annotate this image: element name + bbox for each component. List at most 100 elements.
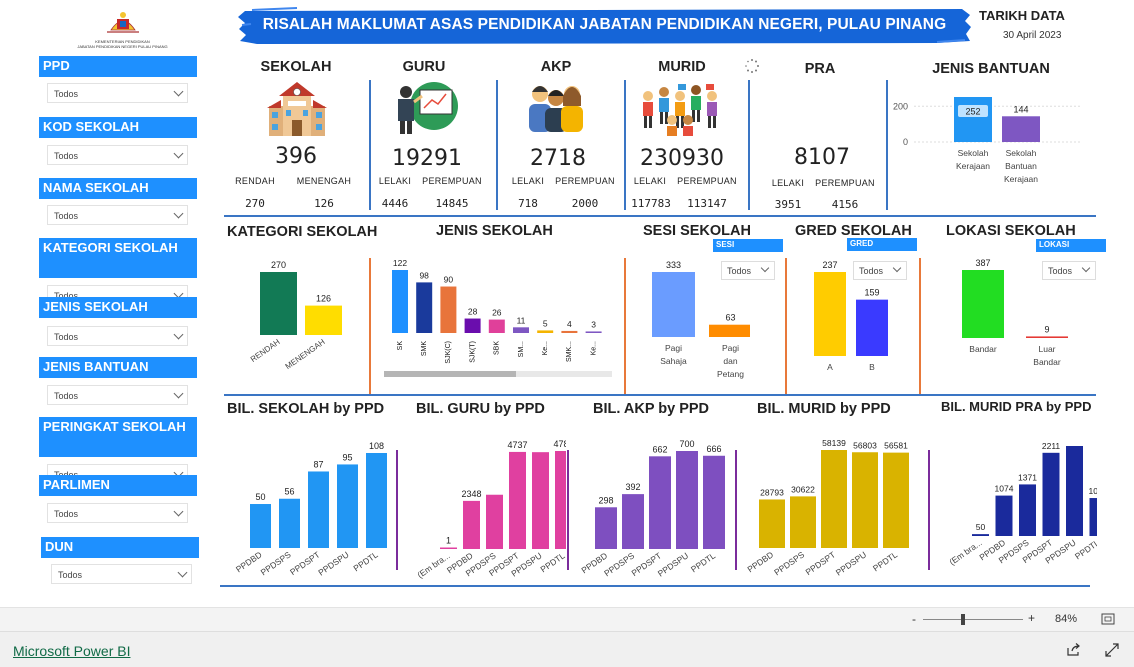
data-label: 1371 (1018, 472, 1037, 482)
slicer-dropdown[interactable]: Todos (47, 205, 188, 225)
chart-scrollbar-track[interactable] (384, 371, 612, 377)
bar (814, 272, 846, 356)
report-canvas: KEMENTERIAN PENDIDIKAN JABATAN PENDIDIKA… (0, 0, 1134, 667)
chart-scrollbar-thumb[interactable] (384, 371, 516, 377)
kpi-akp-label-2: PEREMPUAN (555, 176, 615, 186)
bil-murid-pra-chart: 50(Em bra...1074PPDBD1371PPDSPS2211PPDSP… (947, 441, 1097, 567)
data-label: 50 (255, 492, 265, 502)
chevron-down-icon (173, 208, 184, 219)
data-label: 5 (543, 318, 548, 328)
data-label: 4782 (553, 439, 566, 449)
data-label: 56803 (853, 440, 877, 450)
data-label: 392 (625, 482, 640, 492)
data-label: 700 (679, 439, 694, 449)
kpi-akp-value-2: 2000 (571, 197, 599, 210)
bar (337, 464, 358, 548)
category-label: SJK(T) (469, 341, 476, 363)
kpi-akp-title: AKP (540, 59, 572, 75)
data-label: 298 (598, 495, 613, 505)
row-divider (220, 585, 1090, 587)
data-label: 2348 (461, 489, 481, 499)
bar (532, 452, 549, 549)
bar (652, 272, 695, 337)
share-icon[interactable] (1066, 643, 1082, 657)
data-label: 56 (284, 487, 294, 497)
data-label: 1 (446, 536, 451, 546)
slicer-value: Todos (54, 89, 79, 99)
footer-bar (0, 631, 1134, 667)
bar (366, 453, 387, 548)
data-label: 333 (666, 260, 681, 270)
data-label: 28793 (760, 487, 784, 497)
category-label: Luar (1038, 344, 1055, 354)
data-label: 1074 (995, 484, 1014, 494)
slicer-dropdown[interactable]: Todos (47, 326, 188, 346)
slicer-value: Todos (54, 509, 79, 519)
kpi-guru-title: GURU (402, 59, 446, 75)
bar (537, 330, 554, 333)
data-label: 252 (965, 107, 980, 117)
slicer-dropdown[interactable]: Todos (47, 83, 188, 103)
bar (622, 494, 644, 549)
date-value: 30 April 2023 (1003, 30, 1062, 41)
jenis-bantuan-chart: 0 200 252 Sekolah Kerajaan 144 Sekolah Bantuan K… (893, 97, 1080, 184)
bar (709, 324, 750, 337)
bar (995, 495, 1013, 536)
slicer-header: JENIS SEKOLAH (39, 297, 197, 318)
category-label: Petang (717, 369, 744, 379)
y-tick-label: 0 (903, 137, 908, 147)
slicer-dropdown[interactable]: Todos (51, 564, 192, 584)
slicer-dropdown[interactable]: Todos (47, 385, 188, 405)
staff-group-icon (529, 86, 583, 132)
kpi-divider (748, 80, 750, 210)
category-label: PPDSPU (656, 550, 690, 578)
kpi-murid-label-2: PEREMPUAN (677, 176, 737, 186)
slicer-dropdown[interactable]: Todos (47, 503, 188, 523)
kpi-sekolah-label-2: MENENGAH (296, 176, 352, 186)
crest-icon (106, 12, 139, 33)
jenis-sekolah-chart: 122 SK 98 SMK 90 SJK(C) 28 SJK(T) 26 SBK 11 SM... 5 K… (392, 258, 602, 364)
slicer-header: JENIS BANTUAN (39, 357, 197, 378)
category-label: Pagi (665, 343, 682, 353)
slicer-value: Todos (54, 391, 79, 401)
powerbi-link[interactable]: Microsoft Power BI (13, 643, 130, 659)
data-label: 144 (1013, 104, 1028, 114)
jenis-sekolah-title: JENIS SEKOLAH (436, 223, 553, 239)
bar (463, 500, 480, 549)
slicer-dropdown[interactable]: Todos (47, 145, 188, 165)
zoom-slider-thumb[interactable] (961, 614, 965, 625)
bil-akp-title: BIL. AKP by PPD (593, 401, 710, 417)
bar (883, 452, 909, 548)
category-label: PPDTL (1073, 537, 1097, 561)
kpi-sekolah-label-1: RENDAH (235, 176, 275, 186)
data-label: 4 (567, 319, 572, 329)
bar (1042, 452, 1060, 536)
bar (260, 272, 297, 335)
category-label: PPDTL (351, 549, 379, 573)
kpi-akp-value-1: 718 (518, 197, 538, 210)
loading-spinner-icon (745, 59, 759, 73)
kpi-divider (886, 80, 888, 210)
data-label: 50 (976, 522, 986, 532)
data-label: 270 (271, 260, 286, 270)
data-label: 122 (393, 258, 407, 268)
bar (1002, 116, 1040, 142)
bar (962, 270, 1004, 338)
category-label: Kerajaan (956, 161, 990, 171)
chevron-down-icon (173, 329, 184, 340)
zoom-out-button[interactable]: - (912, 612, 916, 626)
bar (954, 97, 992, 142)
zoom-in-button[interactable]: + (1028, 611, 1035, 625)
bar (1089, 498, 1097, 536)
fullscreen-icon[interactable] (1105, 643, 1119, 657)
row-divider (224, 215, 1096, 217)
kpi-pra-total: 8107 (794, 145, 850, 170)
bar (1066, 446, 1083, 536)
fit-to-page-icon[interactable] (1101, 613, 1115, 625)
kpi-divider (624, 80, 626, 210)
bar (972, 534, 989, 536)
kpi-sekolah-value-1: 270 (245, 197, 265, 210)
bar (759, 499, 785, 548)
zoom-slider-track[interactable] (923, 619, 1023, 620)
data-label: 58139 (822, 438, 846, 448)
